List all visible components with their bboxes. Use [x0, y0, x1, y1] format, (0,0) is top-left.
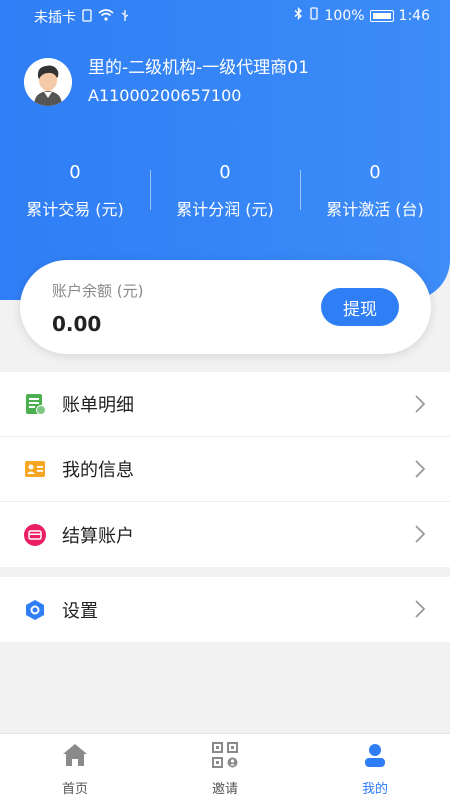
settings-list: 设置: [0, 577, 450, 642]
bottom-tab-bar: 首页 邀请 我的: [0, 733, 450, 800]
stats-row: 0 累计交易 (元) 0 累计分润 (元) 0 累计激活 (台): [0, 160, 450, 222]
stat-value: 0: [369, 162, 381, 183]
user-name: 里的-二级机构-一级代理商01: [88, 58, 309, 78]
menu-item-bill-details[interactable]: 账单明细: [0, 372, 450, 437]
bluetooth-icon: [294, 6, 303, 24]
menu-item-my-info[interactable]: 我的信息: [0, 437, 450, 502]
menu-list: 账单明细 我的信息 结算账户: [0, 372, 450, 567]
tab-label: 我的: [361, 782, 388, 797]
header-background: 未插卡 100% 1:46 里的-二级机构-一级代理商01 A110002006…: [0, 0, 450, 300]
id-card-icon: [24, 458, 46, 480]
chevron-right-icon: [414, 599, 426, 623]
vibrate-icon: [308, 7, 320, 24]
stat-label: 累计激活 (台): [326, 200, 424, 219]
usb-icon: [120, 9, 130, 26]
chevron-right-icon: [414, 524, 426, 548]
qrcode-icon: [212, 742, 238, 772]
tab-label: 邀请: [211, 782, 238, 797]
stat-label: 累计分润 (元): [176, 200, 274, 219]
home-icon: [62, 742, 88, 772]
stat-label: 累计交易 (元): [26, 200, 124, 219]
stat-value: 0: [219, 162, 231, 183]
battery-icon: [369, 9, 394, 22]
balance-card: 账户余额 (元) 0.00 提现: [20, 260, 431, 354]
chevron-right-icon: [414, 394, 426, 418]
chevron-right-icon: [414, 459, 426, 483]
tab-invite[interactable]: 邀请: [150, 734, 300, 800]
menu-item-label: 我的信息: [62, 460, 134, 481]
clock: 1:46: [398, 7, 430, 24]
menu-item-settlement-account[interactable]: 结算账户: [0, 502, 450, 567]
user-icon: [362, 742, 388, 772]
card-icon: [24, 523, 46, 546]
balance-label: 账户余额 (元): [52, 282, 144, 300]
tab-label: 首页: [61, 782, 88, 797]
menu-item-label: 结算账户: [62, 525, 134, 547]
user-id: A11000200657100: [88, 86, 242, 105]
stat-value: 0: [69, 162, 81, 183]
settings-hex-icon: [24, 599, 46, 621]
tab-home[interactable]: 首页: [0, 734, 150, 800]
stat-total-profit[interactable]: 0 累计分润 (元): [150, 160, 300, 222]
stat-total-activations[interactable]: 0 累计激活 (台): [300, 160, 450, 222]
tab-mine[interactable]: 我的: [300, 734, 450, 800]
bill-icon: [24, 393, 46, 415]
sim-icon: [82, 8, 92, 26]
withdraw-button[interactable]: 提现: [321, 288, 399, 326]
avatar[interactable]: [24, 58, 72, 106]
wifi-icon: [98, 9, 114, 25]
status-bar: 未插卡 100% 1:46: [0, 0, 450, 32]
carrier-text: 未插卡: [34, 10, 76, 26]
stat-total-transactions[interactable]: 0 累计交易 (元): [0, 160, 150, 222]
battery-percent: 100%: [324, 7, 365, 24]
profile-header[interactable]: 里的-二级机构-一级代理商01 A11000200657100: [24, 56, 309, 108]
balance-value: 0.00: [52, 312, 102, 336]
avatar-image: [24, 58, 72, 106]
menu-item-label: 设置: [62, 600, 98, 622]
menu-item-settings[interactable]: 设置: [0, 577, 450, 642]
menu-item-label: 账单明细: [62, 395, 134, 416]
